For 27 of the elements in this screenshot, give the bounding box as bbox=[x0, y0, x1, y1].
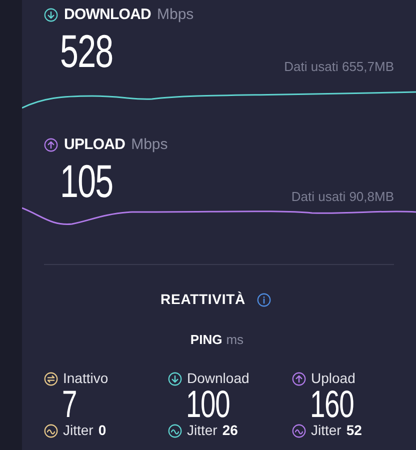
jitter-value: 26 bbox=[222, 421, 238, 440]
ping-label: Upload bbox=[311, 369, 356, 388]
speed-value: 105 bbox=[60, 158, 113, 204]
ping-label: Inattivo bbox=[63, 369, 108, 388]
ping-label: Download bbox=[187, 369, 250, 388]
ping-label: PING bbox=[190, 331, 222, 349]
data-used-text: Dati usati 90,8MB bbox=[291, 188, 394, 206]
jitter-label: Jitter bbox=[311, 421, 342, 440]
ping-value: 7 bbox=[62, 386, 77, 424]
unit-label: Mbps bbox=[157, 4, 194, 25]
speed-value: 528 bbox=[60, 28, 113, 74]
speed-label: DOWNLOAD bbox=[64, 4, 151, 25]
section-title: REATTIVITÀ bbox=[160, 290, 246, 309]
unit-label: Mbps bbox=[131, 134, 168, 155]
jitter-value: 0 bbox=[98, 421, 106, 440]
ping-value: 160 bbox=[310, 386, 354, 424]
jitter-label: Jitter bbox=[63, 421, 94, 440]
data-used-text: Dati usati 655,7MB bbox=[284, 58, 394, 76]
speed-label: UPLOAD bbox=[64, 134, 126, 155]
info-icon[interactable] bbox=[257, 292, 272, 306]
jitter-label: Jitter bbox=[187, 421, 218, 440]
jitter-value: 52 bbox=[346, 421, 362, 440]
wave-circle-icon bbox=[292, 424, 306, 438]
unit-label: ms bbox=[226, 331, 244, 349]
wave-circle-icon bbox=[168, 424, 182, 438]
wave-circle-icon bbox=[44, 424, 58, 438]
ping-value: 100 bbox=[186, 386, 230, 424]
